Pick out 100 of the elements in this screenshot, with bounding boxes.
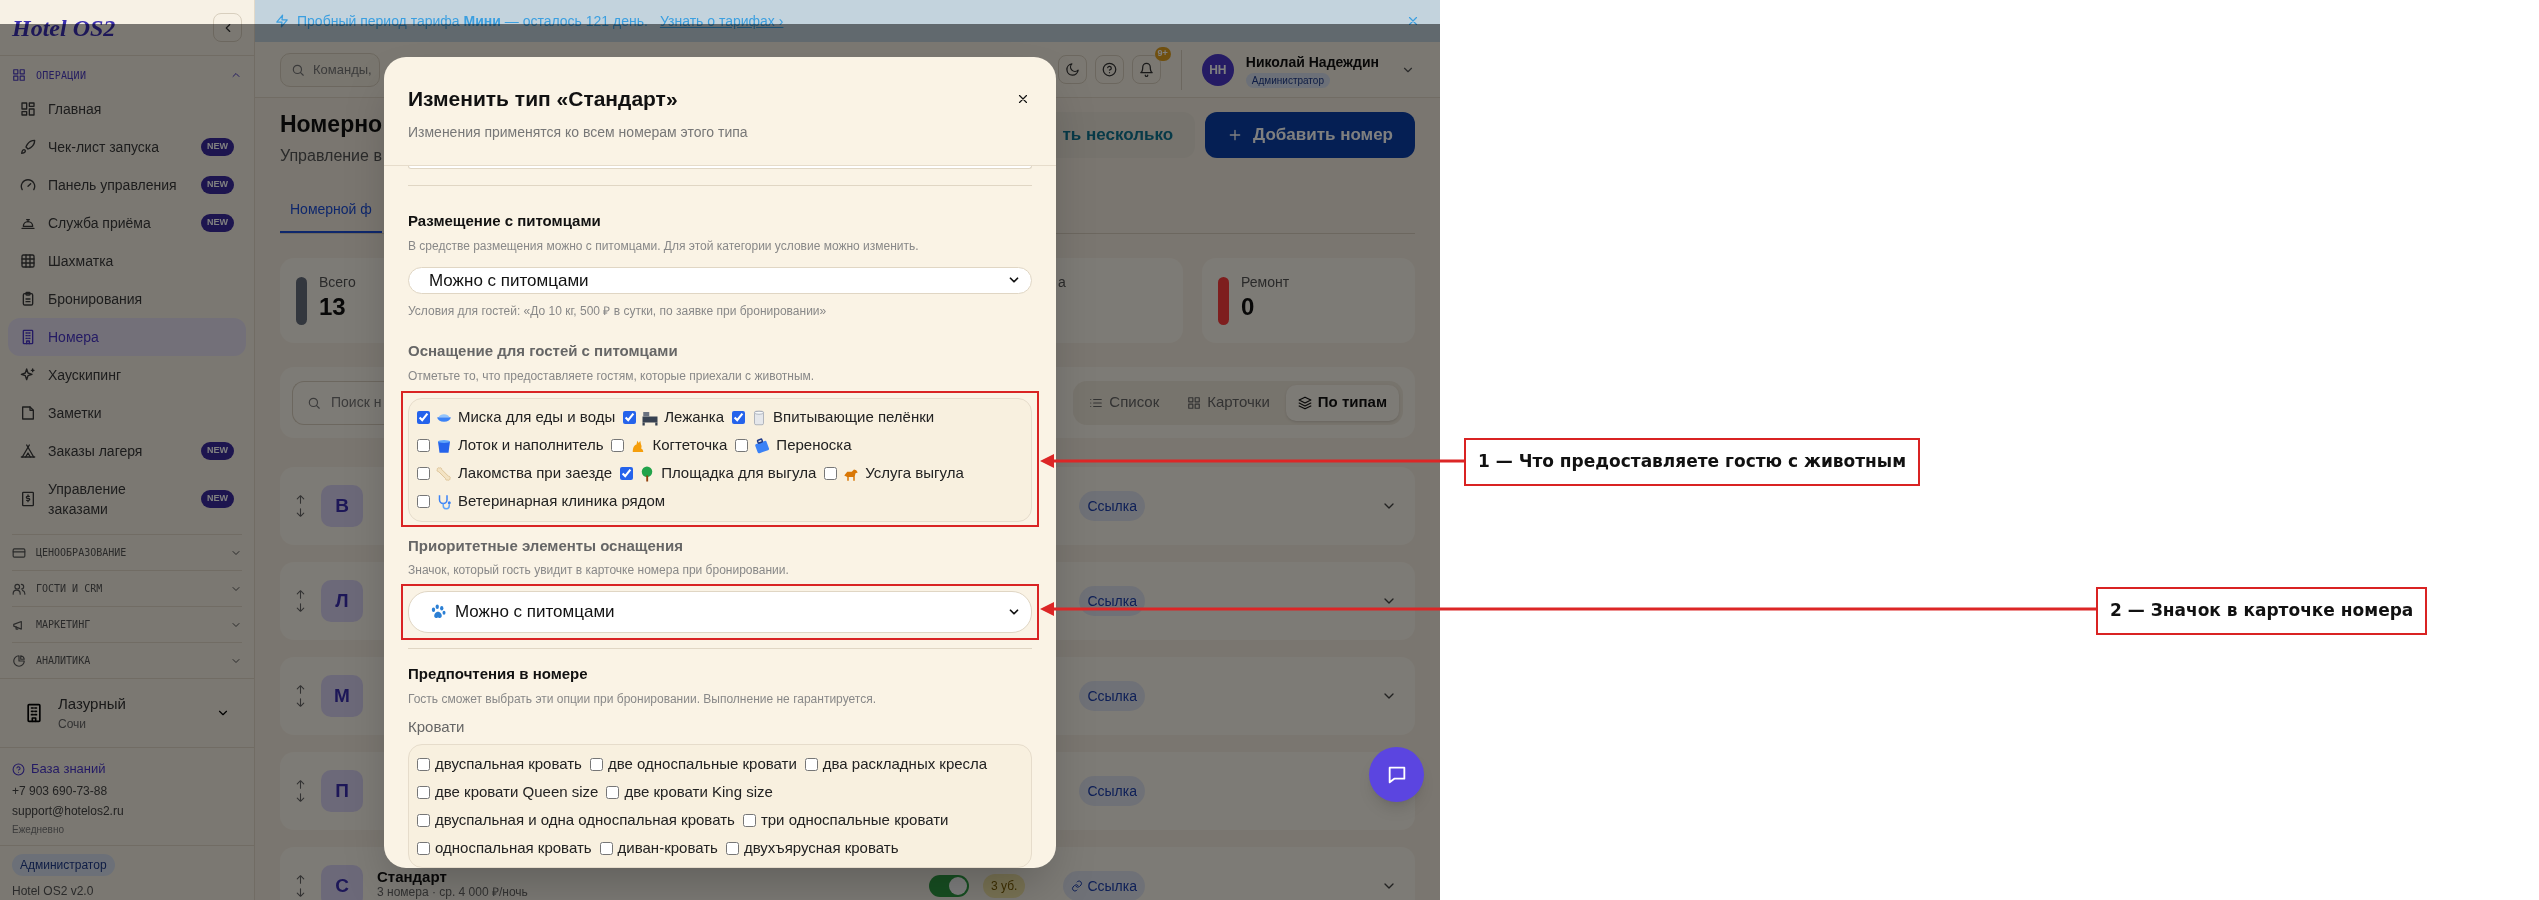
close-button[interactable] xyxy=(1016,92,1030,106)
sidebar-item[interactable]: Бронирования xyxy=(8,280,246,318)
option-label: двуспальная кровать xyxy=(435,753,582,774)
room-type-summary: 3 номера · ср. 4 000 ₽/ночь xyxy=(377,885,528,899)
link-badge[interactable]: Ссылка xyxy=(1063,871,1145,900)
moon-icon xyxy=(1064,62,1080,77)
checkbox[interactable] xyxy=(599,841,613,855)
checkbox[interactable] xyxy=(417,495,430,508)
checkbox[interactable] xyxy=(611,439,625,452)
checkbox[interactable] xyxy=(804,757,818,771)
credit-card-icon xyxy=(12,545,26,560)
help-circle-icon xyxy=(12,762,25,776)
section-hint: Гость сможет выбрать эти опции при бронировании. Выполнение не гарантируется. xyxy=(408,690,877,708)
grid-icon xyxy=(12,68,26,82)
arrow-up-icon xyxy=(294,778,307,791)
knowledge-base-link[interactable]: База знаний xyxy=(12,758,242,780)
option-label: Площадка для выгула xyxy=(661,463,817,484)
sidebar-group[interactable]: ГОСТИ И CRM xyxy=(12,570,242,606)
role-badge: Администратор xyxy=(12,854,115,876)
sidebar-item[interactable]: Хаускипинг xyxy=(8,356,246,394)
receipt-icon xyxy=(20,491,36,507)
help-button[interactable] xyxy=(1094,55,1124,84)
group-label: Кровати xyxy=(408,716,466,737)
tab[interactable]: Номерной ф xyxy=(280,187,382,233)
toggle-switch[interactable] xyxy=(929,875,970,897)
checkbox[interactable] xyxy=(732,411,746,424)
room-type-avatar: С xyxy=(321,865,363,900)
paw-icon xyxy=(429,603,447,621)
stat-label: Всего xyxy=(319,273,356,292)
hotel-selector[interactable]: Лазурный Сочи xyxy=(0,678,254,747)
add-multiple-button[interactable]: ть несколько xyxy=(1054,112,1196,158)
checkbox[interactable] xyxy=(735,439,749,452)
section-hint: Значок, который гость увидит в карточке номера при бронировании. xyxy=(408,562,790,579)
link-badge[interactable]: Ссылка xyxy=(1079,681,1145,711)
search-field[interactable]: Команды, xyxy=(280,52,380,87)
search-icon xyxy=(307,395,321,410)
grid-icon xyxy=(1187,395,1202,410)
note-icon xyxy=(20,405,36,421)
checkbox[interactable] xyxy=(606,785,620,799)
sidebar-item[interactable]: Служба приёма NEW xyxy=(8,204,246,242)
checkbox[interactable] xyxy=(417,841,430,855)
checkbox[interactable] xyxy=(742,813,756,827)
arrow-down-icon xyxy=(294,791,307,804)
option-label: Лоток и наполнитель xyxy=(458,435,604,456)
view-tab[interactable]: Карточки xyxy=(1175,384,1282,421)
option-label: три односпальные кровати xyxy=(760,809,949,830)
option-label: Ветеринарная клиника рядом xyxy=(458,491,666,512)
checkbox[interactable] xyxy=(417,757,430,771)
section-title: Размещение с питомцами xyxy=(408,211,602,231)
checkbox[interactable] xyxy=(725,841,739,855)
view-tab[interactable]: Список xyxy=(1077,384,1172,421)
sidebar-group[interactable]: АНАЛИТИКА xyxy=(12,642,242,678)
link-badge[interactable]: Ссылка xyxy=(1079,776,1145,806)
stat-value: 0 xyxy=(1241,293,1256,321)
checkbox[interactable] xyxy=(623,411,637,424)
building-icon xyxy=(20,329,36,345)
new-badge: NEW xyxy=(201,176,234,194)
option-label: Лакомства при заезде xyxy=(458,463,613,484)
arrow-down-icon xyxy=(294,696,307,709)
pie-chart-icon xyxy=(12,653,26,668)
help-circle-icon xyxy=(1101,62,1117,77)
version-label: Hotel OS2 v2.0 xyxy=(12,883,94,900)
chat-button[interactable] xyxy=(1369,747,1424,802)
user-avatar[interactable]: НН xyxy=(1201,53,1234,86)
select-field[interactable]: Можно с питомцами xyxy=(408,266,1032,294)
sidebar-group[interactable]: ЦЕНООБРАЗОВАНИЕ xyxy=(12,534,242,570)
sidebar-item[interactable]: Главная xyxy=(8,90,246,128)
sidebar-item[interactable]: Шахматка xyxy=(8,242,246,280)
view-tab[interactable]: По типам xyxy=(1285,384,1399,421)
checkbox[interactable] xyxy=(824,467,838,480)
sidebar-item[interactable]: Заметки xyxy=(8,394,246,432)
checkbox[interactable] xyxy=(417,785,430,799)
sidebar-group[interactable]: МАРКЕТИНГ xyxy=(12,606,242,642)
sidebar-item[interactable]: Управление заказами NEW xyxy=(8,470,246,528)
option-label: Впитывающие пелёнки xyxy=(773,407,935,428)
support-hours: Ежедневно xyxy=(12,823,66,837)
collapse-button[interactable] xyxy=(213,13,242,42)
sidebar-item[interactable]: Чек-лист запуска NEW xyxy=(8,128,246,166)
callout-label: 1 — Что предоставляете гостю с животным xyxy=(1464,438,1921,486)
add-room-button[interactable]: Добавить номер xyxy=(1205,112,1415,158)
checkbox[interactable] xyxy=(417,813,430,827)
select-field[interactable]: Можно с питомцами xyxy=(408,591,1032,633)
checkbox[interactable] xyxy=(417,467,430,480)
gauge-icon xyxy=(20,177,36,193)
bone-icon xyxy=(435,464,453,483)
page-title: Номерно xyxy=(280,110,383,139)
checkbox[interactable] xyxy=(417,411,430,424)
theme-toggle-button[interactable] xyxy=(1057,55,1087,84)
link-badge[interactable]: Ссылка xyxy=(1079,491,1145,521)
sidebar-item[interactable]: Панель управления NEW xyxy=(8,166,246,204)
checkbox[interactable] xyxy=(620,467,634,480)
room-type-avatar: П xyxy=(321,770,363,812)
sidebar-item[interactable]: Номера xyxy=(8,318,246,356)
checkbox[interactable] xyxy=(417,439,430,452)
sidebar-item[interactable]: Заказы лагеря NEW xyxy=(8,432,246,470)
suitcase-icon xyxy=(753,436,772,455)
checkbox[interactable] xyxy=(589,757,603,771)
page-subtitle: Управление в xyxy=(280,146,383,166)
hotel-name: Лазурный xyxy=(58,693,127,714)
stat-value: 13 xyxy=(319,293,347,321)
